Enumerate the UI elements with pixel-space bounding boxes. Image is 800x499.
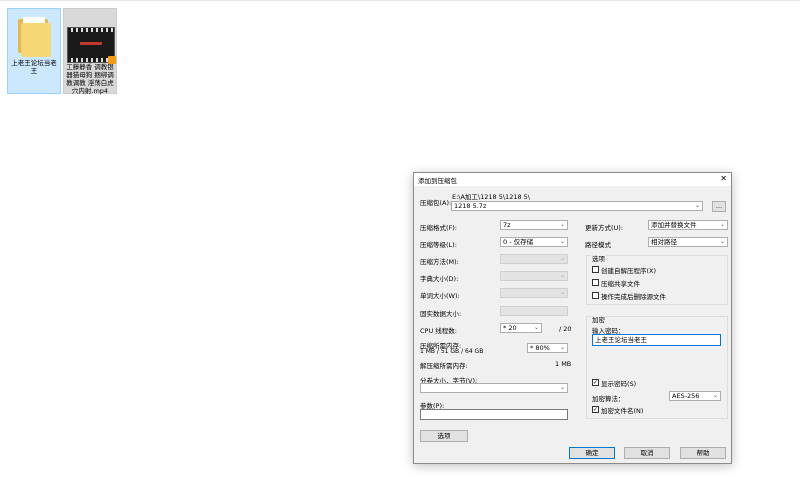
options-group-title: 选项: [591, 253, 606, 263]
format-select[interactable]: 7z ⌄: [500, 220, 568, 230]
solid-select[interactable]: [500, 306, 568, 316]
chevron-down-icon: ⌄: [719, 238, 725, 245]
path-label: 路径模式: [585, 241, 611, 249]
chevron-down-icon: ⌄: [559, 255, 565, 262]
add-to-archive-dialog: 添加到压缩包 ✕ 压缩包(A): E:\A加工\1218 5\1218 5\ 1…: [413, 172, 732, 464]
top-border: [0, 0, 800, 1]
path-mode-value: 相对路径: [651, 238, 677, 246]
shared-checkbox[interactable]: [592, 279, 599, 286]
sfx-label: 创建自解压程序(X): [601, 267, 657, 275]
update-label: 更新方式(U):: [585, 224, 624, 232]
decomp-value: 1 MB: [555, 360, 572, 368]
decomp-label: 解压缩所需内存:: [420, 362, 468, 370]
enc-method-label: 加密算法：: [592, 395, 625, 403]
chevron-down-icon: ⌄: [559, 238, 565, 245]
dict-label: 字典大小(D):: [420, 275, 459, 283]
params-input[interactable]: [420, 409, 568, 420]
chevron-down-icon: ⌄: [559, 221, 565, 228]
enc-method-value: AES-256: [672, 392, 700, 400]
chevron-down-icon: ⌄: [694, 202, 700, 209]
password-input[interactable]: 上老王论坛当老王: [592, 334, 721, 346]
dialog-title: 添加到压缩包: [418, 177, 457, 185]
encryption-group-title: 加密: [591, 314, 606, 324]
path-mode-select[interactable]: 相对路径 ⌄: [648, 237, 728, 247]
sfx-checkbox[interactable]: [592, 266, 599, 273]
format-value: 7z: [503, 221, 511, 229]
close-icon[interactable]: ✕: [720, 174, 727, 183]
method-select[interactable]: ⌄: [500, 254, 568, 264]
chevron-down-icon: ⌄: [559, 272, 565, 279]
delete-checkbox[interactable]: [592, 292, 599, 299]
cancel-button[interactable]: 取消: [624, 447, 670, 459]
encrypt-names-label: 加密文件名(N): [601, 407, 644, 415]
level-label: 压缩等级(L):: [420, 241, 457, 249]
video-file-label: 工藤静香 调教银器猫母狗 捆绑调教调教 淫荡白虎穴内射.mp4: [66, 63, 114, 95]
update-mode-select[interactable]: 添加并替换文件 ⌄: [648, 220, 728, 230]
method-label: 压缩方法(M):: [420, 258, 459, 266]
archive-dir: E:\A加工\1218 5\1218 5\: [452, 193, 530, 201]
folder-item[interactable]: 上老王论坛当老王: [7, 8, 61, 94]
dialog-titlebar: 添加到压缩包 ✕: [414, 173, 731, 186]
dict-select[interactable]: ⌄: [500, 271, 568, 281]
options-button[interactable]: 选项: [420, 430, 468, 442]
show-password-label: 显示密码(S): [601, 380, 637, 388]
delete-label: 操作完成后删除源文件: [601, 293, 666, 301]
encrypt-names-checkbox[interactable]: ✓: [592, 406, 599, 413]
enc-method-select[interactable]: AES-256 ⌄: [669, 391, 721, 401]
cpu-threads-value: * 20: [503, 324, 517, 332]
chevron-down-icon: ⌄: [712, 392, 718, 399]
update-mode-value: 添加并替换文件: [651, 221, 697, 229]
mem-percent-value: * 80%: [530, 344, 550, 352]
shared-label: 压缩共享文件: [601, 280, 640, 288]
cpu-threads-select[interactable]: * 20 ⌄: [500, 323, 542, 333]
level-select[interactable]: 0 - 仅存储 ⌄: [500, 237, 568, 247]
chevron-down-icon: ⌄: [559, 384, 565, 391]
video-file-item[interactable]: 工藤静香 调教银器猫母狗 捆绑调教调教 淫荡白虎穴内射.mp4: [63, 8, 117, 95]
mem-percent-select[interactable]: * 80% ⌄: [527, 343, 568, 353]
video-thumbnail-icon: [67, 27, 116, 64]
help-button[interactable]: 帮助: [680, 447, 726, 459]
chevron-down-icon: ⌄: [559, 289, 565, 296]
folder-label: 上老王论坛当老王: [11, 59, 57, 75]
browse-button[interactable]: ...: [712, 201, 726, 212]
cpu-total: / 20: [559, 325, 572, 333]
format-label: 压缩格式(F):: [420, 224, 458, 232]
archive-name-value: 1218 5.7z: [454, 202, 487, 210]
chevron-down-icon: ⌄: [719, 221, 725, 228]
mem-detail: 1 MB / 51 GB / 64 GB: [420, 348, 484, 355]
word-select[interactable]: ⌄: [500, 288, 568, 298]
cpu-label: CPU 线程数:: [420, 327, 457, 335]
show-password-checkbox[interactable]: ✓: [592, 379, 599, 386]
ok-button[interactable]: 确定: [569, 447, 615, 459]
chevron-down-icon: ⌄: [533, 324, 539, 331]
split-size-combo[interactable]: ⌄: [420, 383, 568, 393]
archive-name-combo[interactable]: 1218 5.7z ⌄: [451, 201, 703, 211]
chevron-down-icon: ⌄: [559, 344, 565, 351]
word-label: 单词大小(W):: [420, 292, 460, 300]
archive-label: 压缩包(A):: [420, 199, 452, 207]
solid-label: 固实数据大小:: [420, 310, 462, 318]
level-value: 0 - 仅存储: [503, 238, 534, 246]
